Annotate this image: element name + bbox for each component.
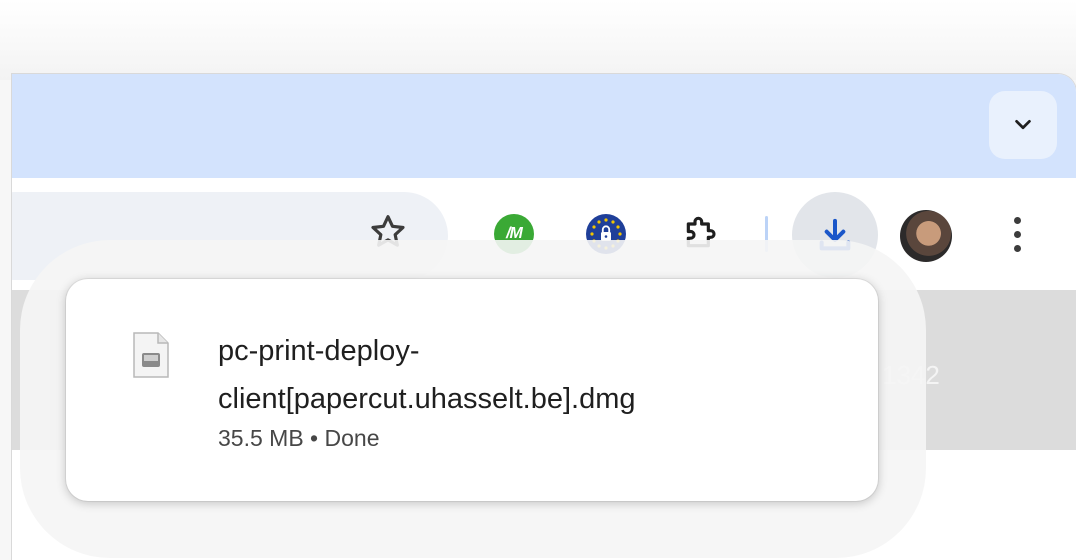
file-name-line-1: pc-print-deploy- [218,335,420,367]
download-file-name[interactable]: pc-print-deploy- client[papercut.uhassel… [218,327,838,423]
download-status: 35.5 MB • Done [218,425,379,452]
status-text: Done [324,425,380,451]
tab-strip [12,74,1076,178]
more-vert-dot [1013,230,1021,238]
file-name-line-2: client[papercut.uhasselt.be].dmg [218,383,636,415]
tab-search-button[interactable] [989,91,1057,159]
status-separator: • [310,425,319,451]
chevron-down-icon [1015,119,1031,130]
desktop-background [0,0,1076,80]
more-vert-dot [1013,244,1021,252]
more-vert-icon [1013,216,1021,224]
profile-avatar[interactable] [900,210,952,262]
file-icon[interactable] [130,331,172,379]
browser-menu-button[interactable] [1002,210,1032,258]
download-bubble: pc-print-deploy- client[papercut.uhassel… [66,279,878,501]
file-size: 35.5 MB [218,425,304,451]
